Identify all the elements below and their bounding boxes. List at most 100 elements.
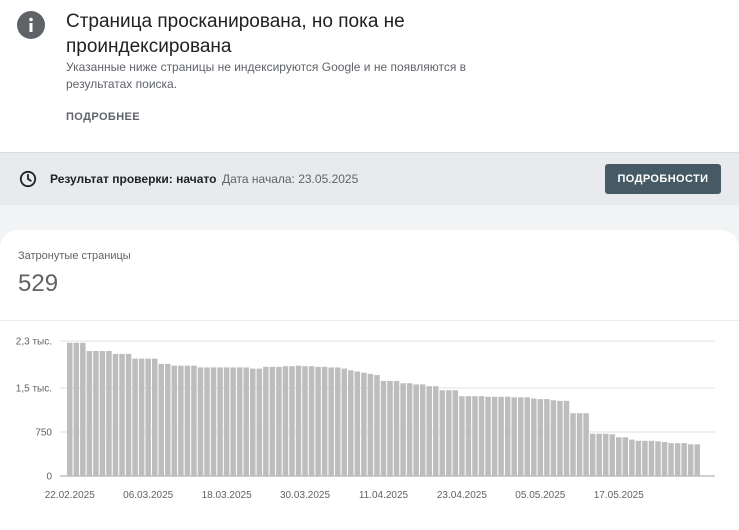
chart-bar [341, 368, 348, 476]
chart-bar [99, 350, 106, 476]
chart-bar [204, 367, 210, 476]
x-tick-label: 11.04.2025 [359, 490, 409, 501]
info-icon [17, 11, 45, 39]
chart-bar [158, 363, 164, 476]
chart-bar [531, 398, 537, 476]
chart-bar [315, 366, 321, 476]
chart-bar [334, 367, 341, 476]
x-tick-label: 05.05.2025 [515, 490, 565, 501]
chart-bar [354, 371, 361, 476]
chart-bar [256, 368, 263, 476]
chart-bar [125, 353, 132, 476]
chart-bar [321, 366, 328, 476]
chart-bar [576, 413, 583, 476]
chart-bar [243, 367, 249, 476]
chart-bar [557, 400, 563, 476]
chart-bar [73, 342, 80, 476]
chart-bar [295, 365, 302, 476]
chart-bar [250, 368, 256, 476]
chart-bar [276, 366, 282, 476]
chart-bar [655, 441, 661, 476]
chart-bar [433, 386, 439, 476]
chart-bar [138, 358, 145, 476]
chart-bar [145, 358, 151, 476]
chart-bar [485, 396, 491, 476]
chart-bar [544, 399, 550, 476]
chart-bar [374, 375, 380, 476]
chart-bar [236, 367, 243, 476]
chart-bar [602, 433, 609, 476]
chart-bar [687, 444, 694, 476]
x-tick-label: 18.03.2025 [202, 490, 252, 501]
clock-icon [19, 170, 37, 188]
learn-more-link[interactable]: ПОДРОБНЕЕ [66, 111, 140, 123]
chart-bar [642, 440, 648, 476]
chart-bar [635, 440, 642, 476]
chart-bar [210, 367, 217, 476]
chart-bar [419, 384, 426, 476]
chart-bar [661, 441, 668, 476]
chart-bar [629, 439, 635, 476]
chart-bar [119, 353, 125, 476]
chart-bar [361, 372, 367, 476]
chart-bar [112, 353, 119, 476]
chart-bar [263, 366, 269, 476]
details-button[interactable]: ПОДРОБНОСТИ [605, 164, 721, 194]
chart-bar [328, 367, 334, 476]
chart-bar [478, 396, 485, 476]
chart-bar [426, 386, 432, 476]
chart-bar [269, 366, 276, 476]
chart-bar [452, 390, 459, 476]
chart-bar [616, 437, 622, 476]
chart-bar [393, 380, 400, 476]
issue-header: Страница просканирована, но пока не прои… [0, 0, 739, 152]
validation-status-bar: Результат проверки: начато Дата начала: … [0, 152, 739, 205]
x-tick-label: 23.04.2025 [437, 490, 487, 501]
chart-bar [289, 366, 295, 476]
chart-bar [459, 396, 465, 476]
chart-bar [151, 358, 158, 476]
chart-bar [348, 370, 354, 476]
chart-bar [282, 366, 289, 476]
chart-bar [537, 399, 544, 476]
chart-bar [367, 373, 374, 476]
chart-bar [197, 367, 204, 476]
chart-bar [230, 367, 236, 476]
x-tick-label: 06.03.2025 [123, 490, 173, 501]
chart-bar [583, 413, 589, 476]
chart-bar [106, 350, 112, 476]
chart-bar [413, 384, 419, 476]
chart-bar [570, 413, 576, 476]
x-tick-label: 30.03.2025 [280, 490, 330, 501]
affected-pages-count: 529 [18, 270, 59, 297]
chart-bar [86, 350, 93, 476]
chart-bar [184, 365, 191, 476]
chart-bar [504, 396, 511, 476]
y-tick-label: 1,5 тыс. [16, 383, 52, 394]
chart-bar [550, 400, 557, 476]
x-tick-label: 17.05.2025 [594, 490, 644, 501]
chart-bar [668, 443, 674, 476]
chart-bar [465, 396, 472, 476]
chart-bar [511, 397, 517, 476]
chart-bar [93, 350, 99, 476]
chart-bar [498, 396, 504, 476]
chart-bar [80, 342, 86, 476]
y-tick-label: 0 [46, 472, 52, 483]
issue-title: Страница просканирована, но пока не прои… [66, 11, 405, 57]
chart-bar [563, 400, 570, 476]
chart-bar [681, 443, 687, 476]
chart-bar [596, 433, 602, 476]
chart-bar [491, 396, 498, 476]
chart-bar [648, 440, 655, 476]
chart-bar [400, 383, 406, 476]
chart-bar [223, 367, 230, 476]
y-tick-label: 2,3 тыс. [16, 337, 52, 348]
chart-bar [694, 444, 700, 476]
chart-bar [622, 437, 629, 476]
chart-bar [308, 366, 315, 476]
chart-bar [589, 433, 596, 476]
issue-description: Указанные ниже страницы не индексируются… [66, 60, 467, 91]
chart-bar [439, 390, 446, 476]
validation-start-date: Дата начала: 23.05.2025 [222, 172, 359, 186]
